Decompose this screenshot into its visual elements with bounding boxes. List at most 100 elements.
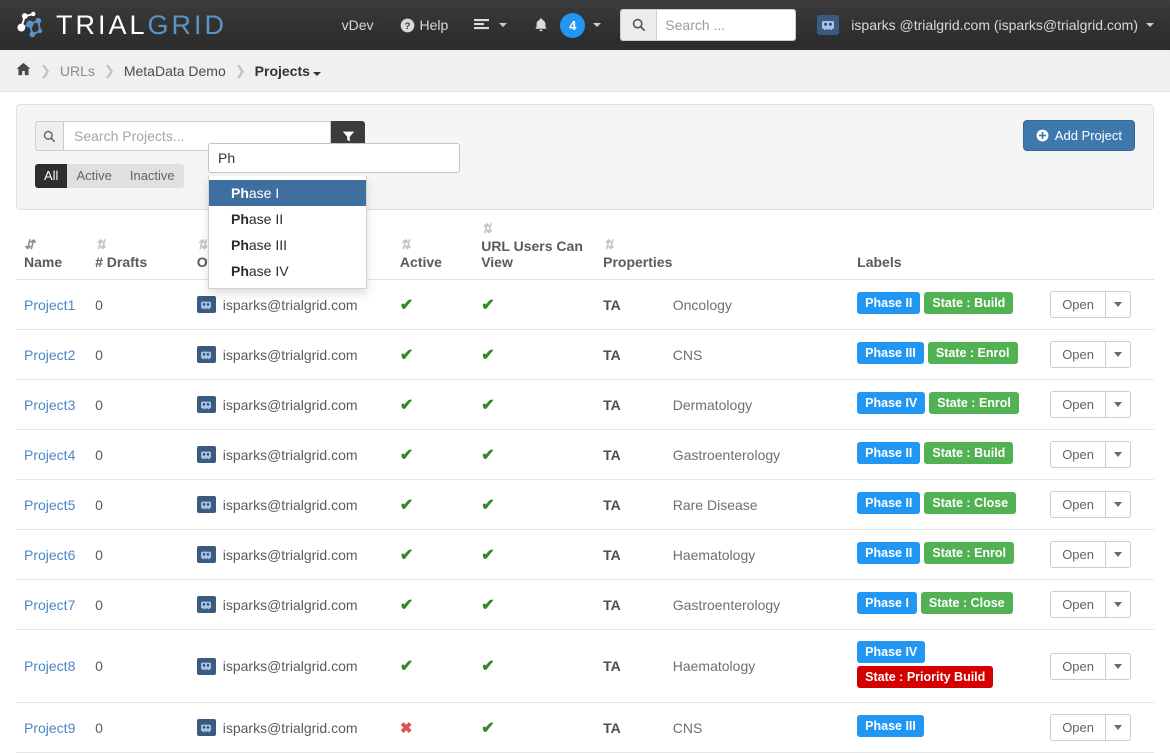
project-link[interactable]: Project2 xyxy=(24,347,75,363)
property-key: TA xyxy=(603,496,621,513)
column-header-url-users-can-view[interactable]: ⇅ URL Users Can View xyxy=(473,216,596,280)
column-header-properties[interactable]: ⇅ Properties xyxy=(595,216,850,280)
breadcrumb-home-link[interactable] xyxy=(16,62,31,79)
check-icon: ✔ xyxy=(399,658,414,675)
project-link[interactable]: Project4 xyxy=(24,447,75,463)
label-badge: State : Close xyxy=(924,492,1017,514)
open-dropdown-toggle[interactable] xyxy=(1106,491,1131,518)
label-autocomplete-input[interactable] xyxy=(208,143,460,173)
open-dropdown-toggle[interactable] xyxy=(1106,441,1131,468)
nav-version-link[interactable]: vDev xyxy=(329,0,387,50)
cell-name: Project3 xyxy=(16,379,88,430)
open-dropdown-toggle[interactable] xyxy=(1106,391,1131,418)
add-project-button[interactable]: Add Project xyxy=(1022,120,1135,151)
sort-icon[interactable]: ⇅ xyxy=(481,222,587,235)
open-button[interactable]: Open xyxy=(1050,441,1106,468)
open-dropdown-toggle[interactable] xyxy=(1106,291,1131,318)
property-key: TA xyxy=(603,346,621,363)
open-button[interactable]: Open xyxy=(1050,714,1106,741)
cell-active: ✔ xyxy=(391,629,474,703)
autocomplete-match: Ph xyxy=(231,237,249,253)
cell-labels: Phase I State : Close xyxy=(849,579,1043,630)
caret-down-icon xyxy=(1114,552,1122,557)
cell-labels: Phase II State : Close xyxy=(849,479,1043,530)
column-header-name[interactable]: ⇵ Name xyxy=(16,216,88,280)
open-button[interactable]: Open xyxy=(1050,491,1106,518)
label-badge: Phase III xyxy=(857,715,924,737)
cell-active: ✔ xyxy=(391,329,474,380)
open-button[interactable]: Open xyxy=(1050,652,1106,680)
property-key: TA xyxy=(603,446,621,463)
label-badge: State : Close xyxy=(920,592,1013,614)
cell-url-users-can-view: ✔ xyxy=(473,329,596,380)
project-link[interactable]: Project7 xyxy=(24,597,75,613)
open-dropdown-toggle[interactable] xyxy=(1106,591,1131,618)
owner-email: isparks@trialgrid.com xyxy=(222,346,358,363)
owner-email: isparks@trialgrid.com xyxy=(222,719,358,736)
cell-labels: Phase II State : Build xyxy=(849,279,1043,330)
filter-active-button[interactable]: Active xyxy=(67,164,121,188)
search-icon[interactable] xyxy=(620,9,657,41)
autocomplete-option-phase-iv[interactable]: Phase IV xyxy=(209,258,366,284)
cell-drafts: 0 xyxy=(87,479,189,530)
autocomplete-option-phase-iii[interactable]: Phase III xyxy=(209,232,366,258)
cell-properties: TA Dermatology xyxy=(595,379,850,430)
column-header-drafts[interactable]: ⇅ # Drafts xyxy=(87,216,189,280)
nav-user-label: isparks @trialgrid.com (isparks@trialgri… xyxy=(851,17,1138,33)
cell-name: Project9 xyxy=(16,702,88,753)
node-graph-icon xyxy=(17,11,43,38)
home-icon xyxy=(16,62,31,76)
breadcrumb-item-projects[interactable]: Projects xyxy=(255,63,321,79)
open-button[interactable]: Open xyxy=(1050,341,1106,368)
nav-help-link[interactable]: ? Help xyxy=(387,0,462,50)
open-dropdown-toggle[interactable] xyxy=(1106,652,1131,680)
autocomplete-option-rest: ase III xyxy=(248,237,288,253)
project-link[interactable]: Project9 xyxy=(24,720,75,736)
breadcrumb-item-metadata-demo[interactable]: MetaData Demo xyxy=(124,63,226,79)
cell-owner: isparks@trialgrid.com xyxy=(188,429,392,480)
sort-icon[interactable]: ⇅ xyxy=(95,238,181,251)
label-badge: Phase I xyxy=(857,592,917,614)
check-icon: ✔ xyxy=(481,296,495,314)
nav-user-menu[interactable]: isparks @trialgrid.com (isparks@trialgri… xyxy=(804,0,1170,50)
project-link[interactable]: Project8 xyxy=(24,658,75,674)
cell-drafts: 0 xyxy=(87,529,189,580)
sort-icon[interactable]: ⇅ xyxy=(603,238,841,251)
filter-inactive-button[interactable]: Inactive xyxy=(120,164,184,188)
status-filter-group: All Active Inactive xyxy=(35,164,184,188)
autocomplete-option-phase-ii[interactable]: Phase II xyxy=(209,206,366,232)
navbar-search-input[interactable] xyxy=(656,9,797,41)
open-button[interactable]: Open xyxy=(1050,391,1106,418)
brand-text: TRIALGRID xyxy=(56,11,227,39)
open-button[interactable]: Open xyxy=(1050,591,1106,618)
breadcrumb-projects-label: Projects xyxy=(254,62,310,79)
open-dropdown-toggle[interactable] xyxy=(1106,341,1131,368)
cell-active: ✔ xyxy=(391,579,474,630)
nav-list-menu[interactable] xyxy=(461,0,520,50)
open-button[interactable]: Open xyxy=(1050,291,1106,318)
property-value: Haematology xyxy=(672,546,756,563)
label-badge: Phase II xyxy=(857,542,921,564)
open-split-button: Open xyxy=(1050,291,1131,318)
brand-logo-link[interactable]: TRIALGRID xyxy=(0,0,241,50)
cell-url-users-can-view: ✔ xyxy=(473,629,596,703)
project-link[interactable]: Project6 xyxy=(24,547,75,563)
breadcrumb-item-urls[interactable]: URLs xyxy=(60,63,95,79)
label-badge: State : Enrol xyxy=(927,342,1018,364)
autocomplete-option-phase-i[interactable]: Phase I xyxy=(209,180,366,206)
nav-notifications[interactable]: 4 xyxy=(520,0,614,50)
cell-properties: TA CNS xyxy=(595,329,850,380)
check-icon: ✔ xyxy=(481,658,495,675)
sort-amount-asc-icon[interactable]: ⇵ xyxy=(24,238,79,251)
open-dropdown-toggle[interactable] xyxy=(1106,541,1131,568)
filter-all-button[interactable]: All xyxy=(35,164,68,188)
project-link[interactable]: Project1 xyxy=(24,297,75,313)
breadcrumb-separator: ❯ xyxy=(103,62,115,78)
caret-down-icon xyxy=(1114,302,1122,307)
project-link[interactable]: Project5 xyxy=(24,497,75,513)
property-key: TA xyxy=(603,658,621,674)
open-button[interactable]: Open xyxy=(1050,541,1106,568)
open-dropdown-toggle[interactable] xyxy=(1106,714,1131,741)
property-value: Haematology xyxy=(672,658,756,674)
project-link[interactable]: Project3 xyxy=(24,397,75,413)
